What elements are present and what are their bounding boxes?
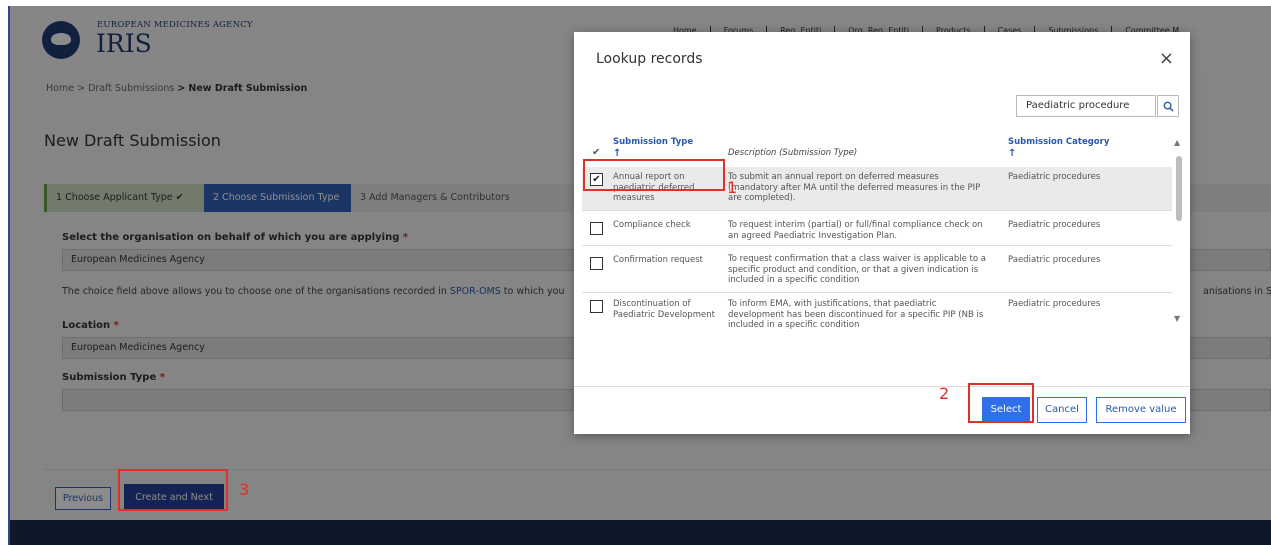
scroll-up-icon[interactable]: ▲ <box>1174 138 1180 147</box>
search-icon <box>1163 101 1174 112</box>
table-row[interactable]: Confirmation request To request confirma… <box>582 246 1172 293</box>
annotation-label-3: 3 <box>239 480 250 499</box>
col-submission-type[interactable]: Submission Type ↑ <box>613 137 693 159</box>
annotation-label-2: 2 <box>939 384 950 403</box>
scroll-down-icon[interactable]: ▼ <box>1174 314 1180 323</box>
row-type: Discontinuation of Paediatric Developmen… <box>613 299 715 320</box>
col-submission-category[interactable]: Submission Category ↑ <box>1008 137 1109 159</box>
scroll-thumb[interactable] <box>1176 156 1182 221</box>
row-category: Paediatric procedures <box>1008 172 1101 182</box>
annotation-box-1 <box>583 159 725 191</box>
row-description: To request interim (partial) or full/fin… <box>728 220 983 241</box>
cancel-button[interactable]: Cancel <box>1037 397 1087 423</box>
search-input[interactable]: Paediatric procedure <box>1016 95 1156 117</box>
row-checkbox[interactable] <box>590 222 603 235</box>
row-type: Confirmation request <box>613 255 704 265</box>
table-row[interactable]: Discontinuation of Paediatric Developmen… <box>582 293 1172 377</box>
row-checkbox[interactable] <box>590 300 603 313</box>
lookup-records-dialog: Lookup records × Paediatric procedure ✔ … <box>574 32 1190 434</box>
close-icon[interactable]: × <box>1159 48 1174 69</box>
table-row[interactable]: Compliance check To request interim (par… <box>582 211 1172 246</box>
row-type: Compliance check <box>613 220 691 230</box>
row-description: To request confirmation that a class wai… <box>728 254 986 285</box>
dialog-footer-divider <box>574 386 1190 387</box>
annotation-label-1: 1 <box>727 178 738 197</box>
col-description[interactable]: Description (Submission Type) <box>728 148 857 158</box>
row-checkbox[interactable] <box>590 257 603 270</box>
sort-arrow-icon: ↑ <box>613 148 622 159</box>
row-description: To submit an annual report on deferred m… <box>728 172 981 203</box>
app-window: EUROPEAN MEDICINES AGENCY IRIS Home Foru… <box>8 6 1271 545</box>
col-submission-category-label: Submission Category <box>1008 137 1110 147</box>
scrollbar[interactable]: ▲ ▼ <box>1172 134 1186 334</box>
records-list: ✔ Annual report on paediatric deferred m… <box>582 167 1172 377</box>
row-description: To inform EMA, with justifications, that… <box>728 299 984 330</box>
remove-value-button[interactable]: Remove value <box>1096 397 1186 423</box>
sort-arrow-icon: ↑ <box>1008 148 1017 159</box>
col-submission-type-label: Submission Type <box>613 137 694 147</box>
row-category: Paediatric procedures <box>1008 299 1101 309</box>
row-category: Paediatric procedures <box>1008 220 1101 230</box>
dialog-title: Lookup records <box>596 51 703 67</box>
row-category: Paediatric procedures <box>1008 255 1101 265</box>
select-all-check-icon[interactable]: ✔ <box>592 147 600 158</box>
annotation-box-3 <box>118 469 228 511</box>
annotation-box-2 <box>968 383 1034 423</box>
search-button[interactable] <box>1157 95 1179 117</box>
